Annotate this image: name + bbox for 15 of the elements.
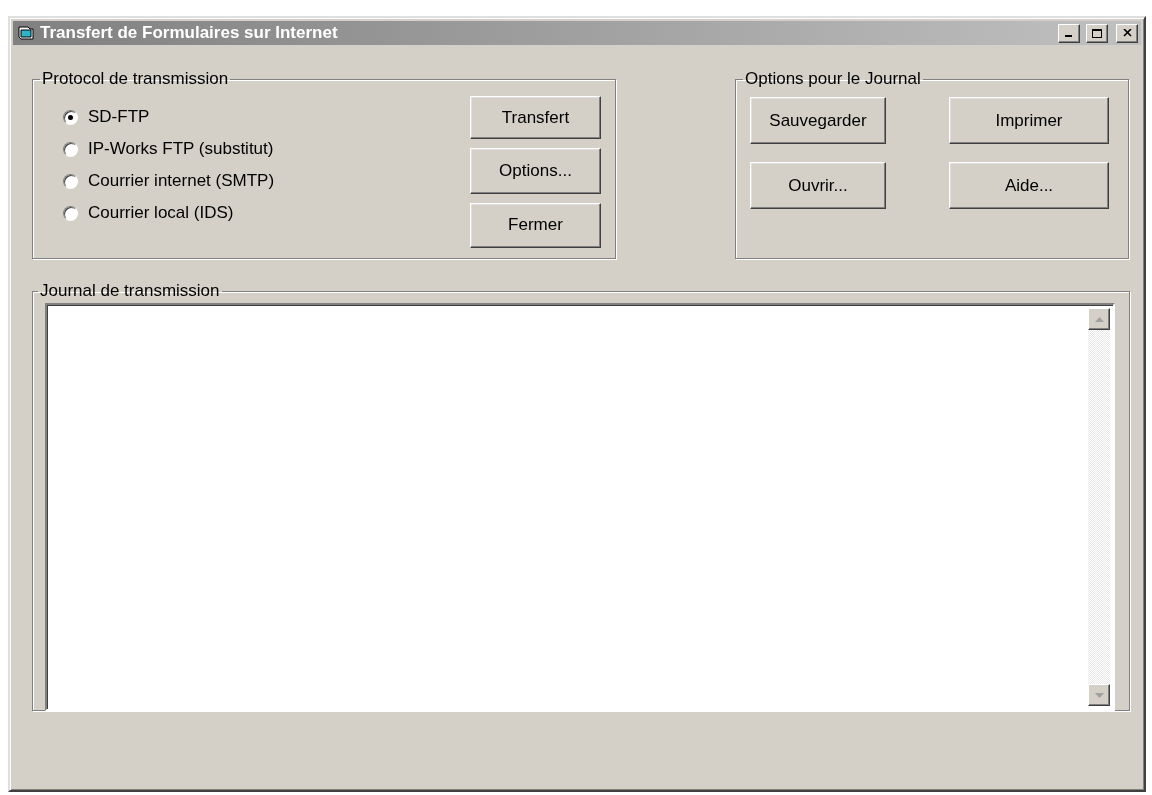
dialog-button[interactable]: Options... bbox=[470, 148, 601, 194]
dialog-button[interactable]: Imprimer bbox=[949, 97, 1109, 144]
dialog-button[interactable]: Sauvegarder bbox=[750, 97, 886, 144]
radio-label: Courrier local (IDS) bbox=[88, 203, 234, 223]
dialog-button[interactable]: Ouvrir... bbox=[750, 162, 886, 209]
group-label: Journal de transmission bbox=[39, 281, 221, 301]
dialog-button[interactable]: Aide... bbox=[949, 162, 1109, 209]
radio-label: Courrier internet (SMTP) bbox=[88, 171, 275, 191]
radio-label: SD-FTP bbox=[88, 107, 150, 127]
dialog-button[interactable]: Fermer bbox=[470, 202, 601, 248]
group-label: Protocol de transmission bbox=[41, 69, 230, 89]
dialog-button[interactable]: Transfert bbox=[470, 96, 601, 140]
radio-label: IP-Works FTP (substitut) bbox=[88, 139, 274, 159]
window-title: Transfert de Formulaires sur Internet bbox=[40, 23, 339, 43]
group-label: Options pour le Journal bbox=[744, 69, 922, 89]
